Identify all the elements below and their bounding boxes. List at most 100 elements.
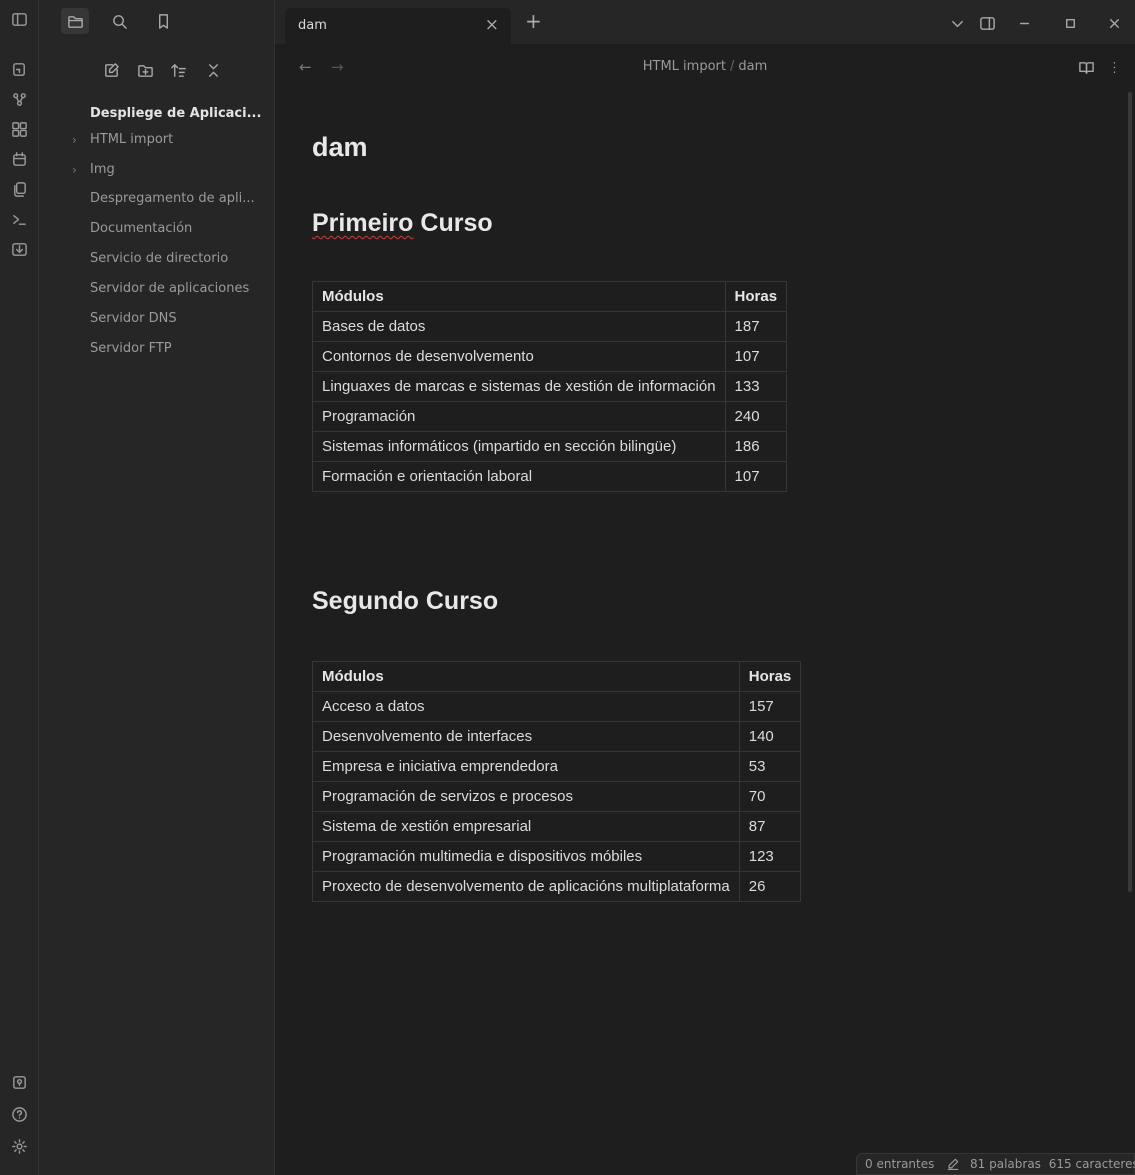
editor-content[interactable]: dam Primeiro Curso Módulos Horas Bases d… — [275, 92, 1130, 1175]
page-title: dam — [312, 132, 368, 162]
table-row: Linguaxes de marcas e sistemas de xestió… — [312, 371, 788, 402]
hours-cell: 123 — [738, 841, 802, 872]
tree-item-label: Documentación — [90, 221, 193, 236]
module-cell: Programación — [312, 401, 726, 432]
new-note-icon[interactable] — [99, 58, 123, 82]
table-primeiro-curso: Módulos Horas Bases de datos 187 Contorno… — [312, 281, 788, 492]
breadcrumb-separator: / — [729, 59, 735, 74]
minimize-icon[interactable] — [1013, 12, 1035, 34]
maximize-icon[interactable] — [1059, 12, 1081, 34]
new-tab-icon[interactable]: + — [525, 11, 542, 31]
table-row: Empresa e iniciativa emprendedora 53 — [312, 751, 802, 782]
bookmarks-icon[interactable] — [149, 8, 177, 34]
vault-root[interactable]: Despliege de Aplicaci... — [39, 101, 275, 127]
file-nav-actions — [39, 56, 275, 84]
folder-html-import[interactable]: › HTML import — [39, 127, 275, 153]
obsidian-window: Despliege de Aplicaci... › HTML import ›… — [0, 0, 1135, 1175]
tree-item-label: Servidor FTP — [90, 341, 172, 356]
help-icon[interactable] — [7, 1102, 31, 1126]
column-header: Módulos — [312, 281, 726, 312]
column-header: Horas — [724, 281, 788, 312]
table-header-row: Módulos Horas — [312, 281, 788, 312]
file-servidor-dns[interactable]: Servidor DNS — [39, 306, 275, 332]
tree-item-label: Servidor DNS — [90, 311, 177, 326]
hours-cell: 107 — [724, 341, 788, 372]
hours-cell: 87 — [738, 811, 802, 842]
table-row: Bases de datos 187 — [312, 311, 788, 342]
module-cell: Contornos de desenvolvemento — [312, 341, 726, 372]
file-documentacion[interactable]: Documentación — [39, 216, 275, 242]
misspelled-word: Primeiro — [312, 209, 414, 237]
table-row: Sistemas informáticos (impartido en secc… — [312, 431, 788, 462]
edit-pencil-icon[interactable] — [946, 1157, 960, 1175]
hours-cell: 240 — [724, 401, 788, 432]
tab-bar: dam × + — [275, 0, 1135, 44]
hours-cell: 107 — [724, 461, 788, 492]
ribbon — [0, 0, 39, 1175]
module-cell: Desenvolvemento de interfaces — [312, 721, 740, 752]
word-count: 81 palabras — [970, 1157, 1041, 1171]
tree-item-label: Servidor de aplicaciones — [90, 281, 250, 296]
breadcrumb-current[interactable]: dam — [738, 59, 767, 74]
table-row: Programación 240 — [312, 401, 788, 432]
tree-item-label: Despregamento de apli... — [90, 191, 255, 206]
chevron-right-icon: › — [72, 133, 77, 147]
module-cell: Linguaxes de marcas e sistemas de xestió… — [312, 371, 726, 402]
collapse-icon[interactable] — [201, 58, 225, 82]
new-folder-icon[interactable] — [133, 58, 157, 82]
import-icon[interactable] — [7, 237, 31, 261]
module-cell: Proxecto de desenvolvemento de aplicació… — [312, 871, 740, 902]
files-icon[interactable] — [61, 8, 89, 34]
hours-cell: 186 — [724, 431, 788, 462]
module-cell: Sistema de xestión empresarial — [312, 811, 740, 842]
tab-title: dam — [298, 18, 327, 33]
more-options-icon[interactable] — [1103, 56, 1125, 78]
file-servicio-directorio[interactable]: Servicio de directorio — [39, 246, 275, 272]
file-explorer-sidebar: Despliege de Aplicaci... › HTML import ›… — [39, 0, 275, 1175]
module-cell: Programación de servizos e procesos — [312, 781, 740, 812]
reading-view-icon[interactable] — [1075, 56, 1097, 78]
table-header-row: Módulos Horas — [312, 661, 802, 692]
table-row: Contornos de desenvolvemento 107 — [312, 341, 788, 372]
tree-item-label: Img — [90, 162, 115, 177]
terminal-icon[interactable] — [7, 207, 31, 231]
breadcrumb-parent[interactable]: HTML import — [643, 59, 726, 74]
backlinks-count[interactable]: 0 entrantes — [865, 1157, 934, 1171]
status-bar: 0 entrantes 81 palabras 615 caracteres — [856, 1153, 1135, 1175]
module-cell: Bases de datos — [312, 311, 726, 342]
file-servidor-ftp[interactable]: Servidor FTP — [39, 336, 275, 362]
column-header: Horas — [738, 661, 802, 692]
sidebar-toggle-icon[interactable] — [7, 7, 31, 31]
sort-icon[interactable] — [166, 58, 190, 82]
column-header: Módulos — [312, 661, 740, 692]
module-cell: Acceso a datos — [312, 691, 740, 722]
sidebar-tabs — [39, 0, 275, 44]
search-icon[interactable] — [105, 8, 133, 34]
hours-cell: 26 — [738, 871, 802, 902]
file-despregamento[interactable]: Despregamento de apli... — [39, 186, 275, 212]
window-close-icon[interactable] — [1103, 12, 1125, 34]
chevron-right-icon: › — [72, 163, 77, 177]
tab-list-chevron-icon[interactable] — [946, 12, 968, 34]
table-row: Proxecto de desenvolvemento de aplicació… — [312, 871, 802, 902]
module-cell: Programación multimedia e dispositivos m… — [312, 841, 740, 872]
scrollbar[interactable] — [1128, 92, 1132, 892]
file-servidor-aplicaciones[interactable]: Servidor de aplicaciones — [39, 276, 275, 302]
folder-img[interactable]: › Img — [39, 157, 275, 183]
templates-icon[interactable] — [7, 177, 31, 201]
right-sidebar-toggle-icon[interactable] — [976, 12, 998, 34]
module-cell: Empresa e iniciativa emprendedora — [312, 751, 740, 782]
tree-item-label: Servicio de directorio — [90, 251, 229, 266]
tab-dam[interactable]: dam × — [285, 8, 511, 44]
settings-icon[interactable] — [7, 1134, 31, 1158]
canvas-icon[interactable] — [7, 117, 31, 141]
vault-icon[interactable] — [7, 1070, 31, 1094]
close-tab-icon[interactable]: × — [485, 15, 499, 35]
hours-cell: 187 — [724, 311, 788, 342]
view-header: ← → HTML import / dam — [275, 44, 1135, 92]
graph-icon[interactable] — [7, 87, 31, 111]
module-cell: Formación e orientación laboral — [312, 461, 726, 492]
hours-cell: 157 — [738, 691, 802, 722]
calendar-icon[interactable] — [7, 147, 31, 171]
switcher-icon[interactable] — [7, 57, 31, 81]
